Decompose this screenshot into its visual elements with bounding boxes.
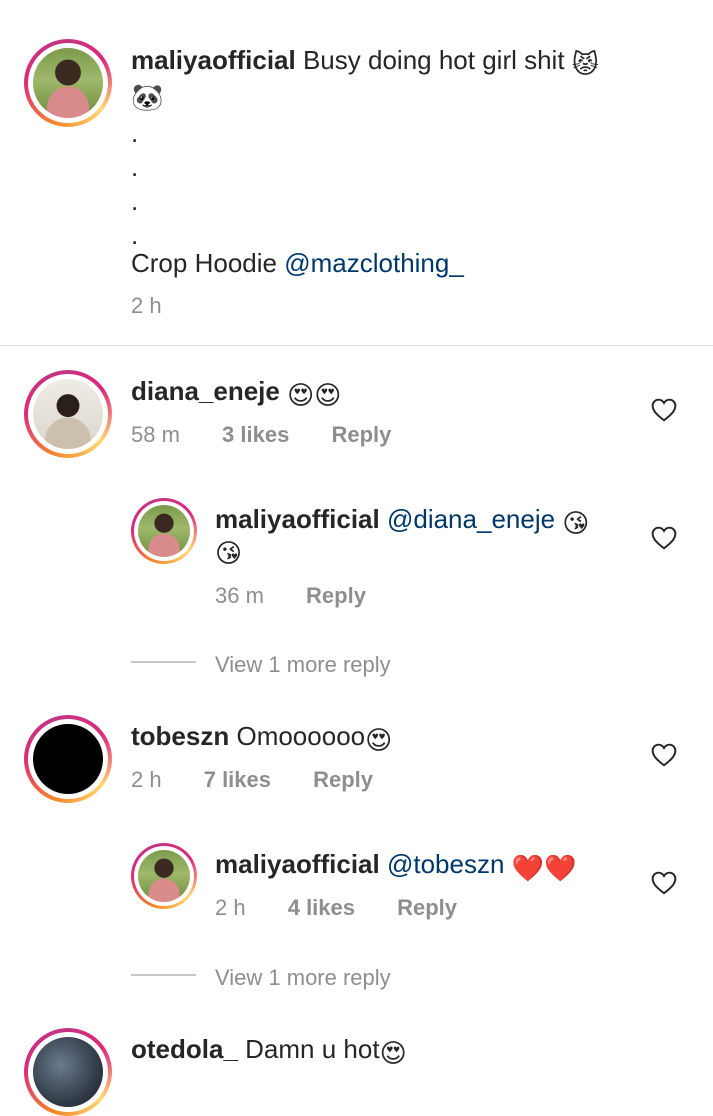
view-replies-line <box>131 974 196 976</box>
reply-button[interactable]: Reply <box>313 767 373 792</box>
avatar[interactable] <box>33 724 103 794</box>
comment-text: Omoooooo <box>236 721 366 751</box>
kiss-emoji: 😘 <box>215 538 243 568</box>
comment-username[interactable]: tobeszn <box>131 721 229 751</box>
heart-eyes-emoji: 😍 <box>365 725 393 755</box>
comment-username[interactable]: otedola_ <box>131 1034 238 1064</box>
reply-time: 36 m <box>215 583 264 608</box>
avatar[interactable] <box>138 850 190 902</box>
caption-username[interactable]: maliyaofficial <box>131 45 296 75</box>
avatar[interactable] <box>33 1037 103 1107</box>
dot-line: . <box>131 152 139 182</box>
caption-crop-text: Crop Hoodie <box>131 248 277 278</box>
red-heart-emoji: ❤️❤️ <box>511 853 577 883</box>
dot-line: . <box>131 118 139 148</box>
comment-text: Damn u hot <box>245 1034 380 1064</box>
heart-outline-icon[interactable] <box>651 871 677 895</box>
avatar[interactable] <box>33 379 103 449</box>
reply-username[interactable]: maliyaofficial <box>215 849 380 879</box>
reply-time: 2 h <box>215 895 246 920</box>
reply-username[interactable]: maliyaofficial <box>215 504 380 534</box>
likes-count[interactable]: 7 likes <box>204 767 271 792</box>
caption-text: Busy doing hot girl shit <box>302 45 565 75</box>
heart-eyes-emoji: 😍 <box>379 1038 407 1068</box>
view-more-replies-button[interactable]: View 1 more reply <box>215 965 391 991</box>
reply-button[interactable]: Reply <box>397 895 457 920</box>
panda-emoji: 🐼 <box>131 82 164 112</box>
avatar[interactable] <box>33 48 103 118</box>
avatar[interactable] <box>138 505 190 557</box>
mention-link[interactable]: @diana_eneje <box>387 504 555 534</box>
view-more-replies-button[interactable]: View 1 more reply <box>215 652 391 678</box>
mention-link[interactable]: @mazclothing_ <box>284 248 464 278</box>
mention-link[interactable]: @tobeszn <box>387 849 504 879</box>
heart-outline-icon[interactable] <box>651 526 677 550</box>
heart-outline-icon[interactable] <box>651 398 677 422</box>
kiss-emoji: 😘 <box>562 508 590 538</box>
angry-cat-emoji: 😾 <box>571 49 599 79</box>
caption-time: 2 h <box>131 293 162 318</box>
heart-eyes-emoji: 😍😍 <box>287 380 342 410</box>
dot-line: . <box>131 186 139 216</box>
likes-count[interactable]: 3 likes <box>222 422 289 447</box>
reply-button[interactable]: Reply <box>306 583 366 608</box>
reply-button[interactable]: Reply <box>331 422 391 447</box>
view-replies-line <box>131 661 196 663</box>
likes-count[interactable]: 4 likes <box>288 895 355 920</box>
comment-time: 2 h <box>131 767 162 792</box>
heart-outline-icon[interactable] <box>651 743 677 767</box>
comment-username[interactable]: diana_eneje <box>131 376 280 406</box>
divider <box>0 345 713 346</box>
comment-time: 58 m <box>131 422 180 447</box>
